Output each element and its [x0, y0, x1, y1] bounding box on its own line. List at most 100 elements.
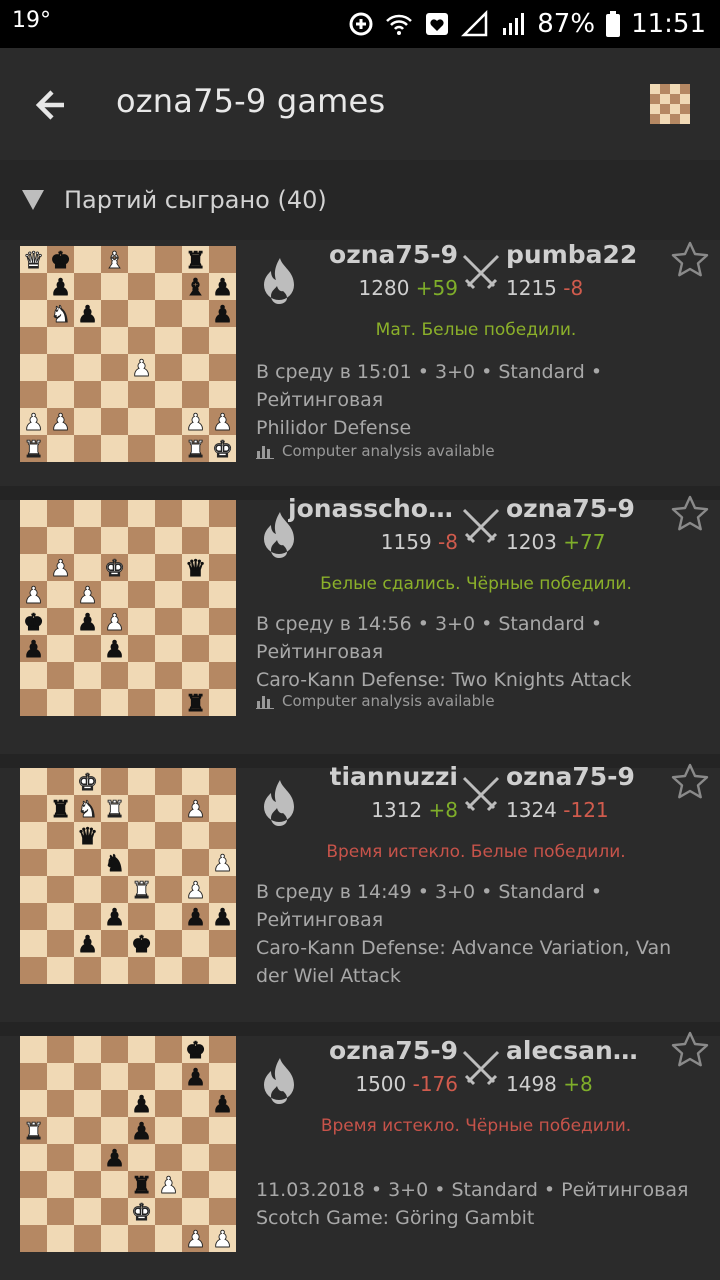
- chess-piece: ♟: [104, 610, 125, 636]
- chessboard-icon[interactable]: [650, 84, 690, 124]
- rating-change: +77: [563, 530, 606, 554]
- chess-piece: ♚: [131, 1200, 152, 1226]
- chess-piece: ♟: [185, 797, 206, 823]
- blitz-fire-icon: [258, 778, 300, 828]
- chess-piece: ♛: [185, 556, 206, 582]
- temperature: 19°: [12, 8, 51, 33]
- chess-piece: ♜: [50, 797, 71, 823]
- chess-piece: ♚: [50, 248, 71, 274]
- battery-percent: 87%: [537, 9, 596, 39]
- game-meta: 11.03.2018 • 3+0 • Standard • Рейтингова…: [256, 1176, 696, 1232]
- black-rating: 1215 -8: [506, 276, 583, 300]
- chess-piece: ♛: [77, 824, 98, 850]
- black-player-name[interactable]: ozna75-9: [506, 762, 635, 791]
- bookmark-star-icon[interactable]: [670, 1030, 710, 1070]
- blitz-fire-icon: [258, 1056, 300, 1106]
- analysis-label: Computer analysis available: [282, 442, 495, 460]
- black-player-name[interactable]: alecsandro: [506, 1036, 651, 1065]
- heart-icon: [426, 13, 449, 35]
- chess-piece: ♟: [77, 932, 98, 958]
- rating-change: -8: [438, 530, 458, 554]
- bookmark-star-icon[interactable]: [670, 762, 710, 802]
- game-result: Белые сдались. Чёрные победили.: [320, 574, 632, 594]
- rating-value: 1498: [506, 1072, 557, 1096]
- white-rating: 1280 +59: [359, 276, 458, 300]
- rating-change: +8: [428, 798, 458, 822]
- board-preview[interactable]: ♛ ♚ ♝ ♜ ♟ ♝ ♟ ♞ ♟ ♟ ♟ ♟ ♟ ♟ ♟ ♜ ♜ ♚: [20, 246, 236, 462]
- rating-change: -121: [563, 798, 609, 822]
- game-opening: Caro-Kann Defense: Two Knights Attack: [256, 669, 632, 691]
- white-player-name[interactable]: jonasschoenfelder: [288, 494, 458, 523]
- back-arrow-icon[interactable]: [30, 82, 82, 128]
- games-list: ♛ ♚ ♝ ♜ ♟ ♝ ♟ ♞ ♟ ♟ ♟ ♟ ♟ ♟ ♟ ♜ ♜ ♚ ozna75-9 pumba22 1280 +5…: [0, 240, 720, 1280]
- divider: [0, 1022, 720, 1036]
- chess-piece: ♟: [23, 583, 44, 609]
- game-meta: В среду в 15:01 • 3+0 • Standard • Рейтин…: [256, 358, 696, 442]
- chess-piece: ♟: [104, 637, 125, 663]
- rating-value: 1280: [358, 276, 410, 300]
- game-date-mode: В среду в 14:56 • 3+0 • Standard •: [256, 613, 603, 635]
- chess-piece: ♝: [104, 248, 125, 274]
- chess-piece: ♟: [50, 275, 71, 301]
- game-card[interactable]: ♚ ♟ ♟ ♟ ♜ ♟ ♟ ♜ ♟ ♚ ♟ ♟ ozna75-9 alecsandro 1500 -176 1…: [0, 1031, 720, 1280]
- bar-chart-icon: [256, 446, 274, 459]
- bar-chart-icon: [256, 696, 274, 709]
- game-card[interactable]: ♛ ♚ ♝ ♜ ♟ ♝ ♟ ♞ ♟ ♟ ♟ ♟ ♟ ♟ ♟ ♜ ♜ ♚ ozna75-9 pumba22 1280 +5…: [0, 240, 720, 486]
- chess-piece: ♚: [185, 1038, 206, 1064]
- game-rated: Рейтинговая: [256, 641, 384, 663]
- chess-piece: ♟: [185, 905, 206, 931]
- board-preview[interactable]: ♟ ♚ ♛ ♟ ♟ ♚ ♟ ♟ ♟ ♟ ♜: [20, 500, 236, 716]
- game-meta: В среду в 14:56 • 3+0 • Standard • Рейтин…: [256, 610, 696, 694]
- chess-piece: ♞: [104, 851, 125, 877]
- chess-piece: ♜: [131, 878, 152, 904]
- game-rated: Scotch Game: Göring Gambit: [256, 1207, 535, 1229]
- white-rating: 1500 -176: [355, 1072, 458, 1096]
- game-rated: Рейтинговая: [256, 389, 384, 411]
- page-title: ozna75-9 games: [116, 82, 386, 120]
- board-preview[interactable]: ♚ ♟ ♟ ♟ ♜ ♟ ♟ ♜ ♟ ♚ ♟ ♟: [20, 1036, 236, 1252]
- game-card[interactable]: ♟♚♛♟♟♚♟♟♟♟♜jonasschoenfelderozna75-91159…: [0, 494, 720, 754]
- rating-value: 1324: [506, 798, 557, 822]
- bookmark-star-icon[interactable]: [670, 240, 710, 280]
- game-card[interactable]: ♚ ♜ ♞ ♜ ♟ ♛ ♞ ♟ ♜ ♟ ♟ ♟ ♟ ♟ ♚ tiannuzzi ozna75-9 1312 +8 1…: [0, 762, 720, 1022]
- chess-piece: ♜: [185, 691, 206, 716]
- chess-piece: ♝: [185, 275, 206, 301]
- chess-piece: ♜: [185, 437, 206, 462]
- board-preview[interactable]: ♚ ♜ ♞ ♜ ♟ ♛ ♞ ♟ ♜ ♟ ♟ ♟ ♟ ♟ ♚: [20, 768, 236, 984]
- chess-piece: ♟: [77, 610, 98, 636]
- chess-piece: ♟: [77, 583, 98, 609]
- chess-piece: ♜: [23, 1119, 44, 1145]
- white-player-name[interactable]: ozna75-9: [329, 1036, 458, 1065]
- chess-piece: ♚: [131, 932, 152, 958]
- game-rated: Рейтинговая: [256, 909, 384, 931]
- game-meta: В среду в 14:49 • 3+0 • Standard • Рейтин…: [256, 878, 696, 990]
- black-rating: 1498 +8: [506, 1072, 593, 1096]
- chess-piece: ♚: [23, 610, 44, 636]
- signal-icon: [461, 10, 488, 37]
- crossed-swords-icon: [460, 774, 502, 816]
- signal-bars-icon: [503, 13, 525, 35]
- chess-piece: ♜: [23, 437, 44, 462]
- rating-change: -8: [563, 276, 584, 300]
- rating-value: 1500: [355, 1072, 407, 1096]
- game-opening: Philidor Defense: [256, 417, 412, 439]
- chess-piece: ♟: [104, 905, 125, 931]
- white-rating: 1159 -8: [381, 530, 458, 554]
- chess-piece: ♟: [50, 410, 71, 436]
- games-played-header[interactable]: Партий сыграно (40): [0, 160, 720, 240]
- games-played-label: Партий сыграно (40): [64, 186, 327, 214]
- white-player-name[interactable]: ozna75-9: [329, 240, 458, 269]
- chess-piece: ♚: [212, 437, 233, 462]
- chess-piece: ♟: [212, 905, 233, 931]
- clock: 11:51: [631, 9, 706, 39]
- white-player-name[interactable]: tiannuzzi: [330, 762, 458, 791]
- bookmark-star-icon[interactable]: [670, 494, 710, 534]
- chess-piece: ♟: [23, 410, 44, 436]
- chess-piece: ♟: [212, 851, 233, 877]
- black-player-name[interactable]: pumba22: [506, 240, 637, 269]
- chess-piece: ♟: [50, 556, 71, 582]
- chess-piece: ♟: [23, 637, 44, 663]
- chess-piece: ♚: [104, 556, 125, 582]
- black-player-name[interactable]: ozna75-9: [506, 494, 635, 523]
- app-toolbar: ozna75-9 games: [0, 48, 720, 160]
